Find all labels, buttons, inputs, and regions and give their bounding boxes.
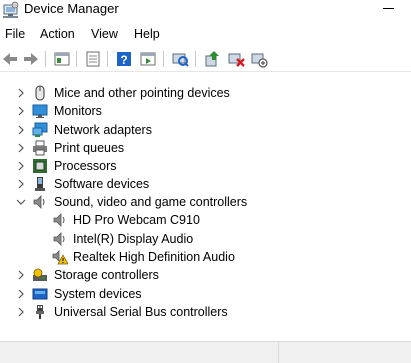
tree-node-software-devices[interactable]: Software devices (0, 175, 411, 193)
tree-node-sound-video-game-controllers[interactable]: Sound, video and game controllers (0, 193, 411, 211)
chevron-right-icon[interactable] (14, 159, 28, 173)
toolbar-separator (163, 51, 164, 67)
update-driver-icon[interactable] (203, 50, 221, 68)
menu-help[interactable]: Help (133, 25, 161, 44)
menu-file[interactable]: File (4, 25, 26, 44)
speaker-icon (52, 231, 68, 247)
back-arrow-icon[interactable] (1, 50, 19, 68)
document-icon[interactable] (84, 50, 102, 68)
tree-label: Realtek High Definition Audio (73, 250, 235, 264)
uninstall-device-icon[interactable] (227, 50, 245, 68)
menu-view[interactable]: View (90, 25, 119, 44)
chevron-right-icon[interactable] (14, 141, 28, 155)
window-title: Device Manager (24, 1, 119, 16)
scan-hardware-icon[interactable] (171, 50, 189, 68)
svg-text:?: ? (120, 53, 127, 67)
chevron-right-icon[interactable] (14, 268, 28, 282)
menu-bar: File Action View Help (0, 25, 411, 44)
action-panel-icon[interactable] (139, 50, 157, 68)
tree-label: HD Pro Webcam C910 (73, 213, 200, 227)
menu-action[interactable]: Action (39, 25, 76, 44)
toolbar-separator (107, 51, 108, 67)
status-bar-divider (278, 342, 279, 363)
usb-icon (32, 304, 48, 320)
toolbar-separator (45, 51, 46, 67)
tree-label: Universal Serial Bus controllers (54, 305, 228, 319)
monitor-icon (32, 103, 48, 119)
toolbar-separator (195, 51, 196, 67)
tree-label: Monitors (54, 104, 102, 118)
tree-node-print-queues[interactable]: Print queues (0, 139, 411, 157)
disable-device-icon[interactable] (250, 50, 268, 68)
tree-label: Processors (54, 159, 117, 173)
chevron-right-icon[interactable] (14, 177, 28, 191)
chevron-right-icon[interactable] (14, 86, 28, 100)
toolbar: ? (0, 48, 411, 71)
tree-node-realtek-audio[interactable]: Realtek High Definition Audio (0, 248, 411, 266)
tree-node-usb-controllers[interactable]: Universal Serial Bus controllers (0, 303, 411, 321)
chevron-right-icon[interactable] (14, 287, 28, 301)
speaker-icon (32, 194, 48, 210)
tree-label: Network adapters (54, 123, 152, 137)
help-icon[interactable]: ? (115, 50, 133, 68)
status-bar (0, 341, 411, 363)
forward-arrow-icon[interactable] (22, 50, 40, 68)
tree-node-monitors[interactable]: Monitors (0, 102, 411, 120)
title-bar: Device Manager (0, 0, 411, 22)
toolbar-separator (76, 51, 77, 67)
toolbar-divider (0, 71, 411, 72)
speaker-warning-icon (52, 249, 69, 265)
device-tree: Mice and other pointing devices Monitors… (0, 84, 411, 324)
tree-node-network-adapters[interactable]: Network adapters (0, 121, 411, 139)
tree-label: Software devices (54, 177, 150, 191)
tree-node-mice[interactable]: Mice and other pointing devices (0, 84, 411, 102)
printer-icon (32, 140, 48, 156)
tree-label: System devices (54, 287, 142, 301)
software-device-icon (32, 176, 48, 192)
chevron-right-icon[interactable] (14, 104, 28, 118)
tree-node-processors[interactable]: Processors (0, 157, 411, 175)
tree-label: Mice and other pointing devices (54, 86, 230, 100)
minimize-button[interactable] (380, 0, 398, 16)
tree-label: Storage controllers (54, 268, 159, 282)
mouse-icon (32, 85, 48, 101)
tree-label: Sound, video and game controllers (54, 195, 248, 209)
tree-node-intel-display-audio[interactable]: Intel(R) Display Audio (0, 230, 411, 248)
storage-controller-icon (32, 267, 48, 283)
processor-icon (32, 158, 48, 174)
tree-node-hd-pro-webcam[interactable]: HD Pro Webcam C910 (0, 211, 411, 229)
tree-node-system-devices[interactable]: System devices (0, 285, 411, 303)
speaker-icon (52, 212, 68, 228)
system-device-icon (32, 286, 48, 302)
device-manager-icon (2, 1, 20, 19)
network-adapter-icon (32, 122, 48, 138)
tree-node-storage-controllers[interactable]: Storage controllers (0, 266, 411, 284)
chevron-right-icon[interactable] (14, 305, 28, 319)
tree-label: Print queues (54, 141, 125, 155)
chevron-down-icon[interactable] (14, 195, 28, 209)
properties-window-icon[interactable] (53, 50, 71, 68)
tree-label: Intel(R) Display Audio (73, 232, 194, 246)
chevron-right-icon[interactable] (14, 123, 28, 137)
